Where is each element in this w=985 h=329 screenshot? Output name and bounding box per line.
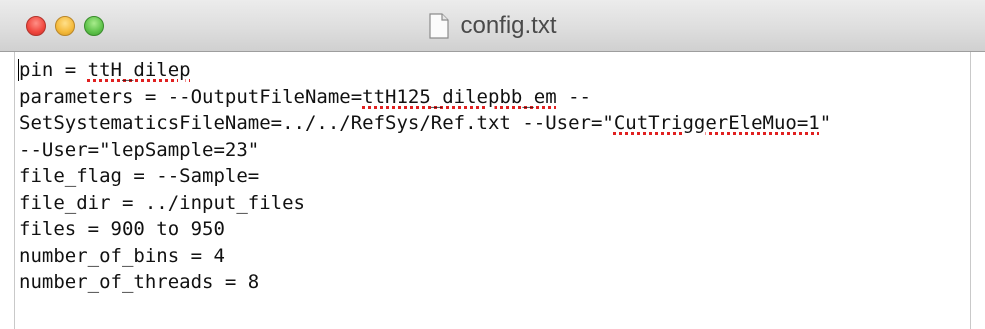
text-segment: pin = <box>19 59 88 81</box>
window-title: config.txt <box>460 12 557 39</box>
text-segment: " <box>819 112 832 134</box>
text-line[interactable]: number_of_bins = 4 <box>19 243 225 269</box>
text-editor-window: config.txt pin = ttH_dilep parameters = -… <box>0 0 985 329</box>
text-editor-area[interactable]: pin = ttH_dilep parameters = --OutputFile… <box>14 52 971 329</box>
text-segment: file_flag = --Sample= <box>19 165 260 187</box>
text-segment: --User="lepSample=23" <box>19 138 260 161</box>
text-line[interactable]: file_flag = --Sample= <box>19 163 259 189</box>
text-segment: number_of_bins = 4 <box>19 244 225 267</box>
text-line[interactable]: pin = ttH_dilep <box>19 57 191 83</box>
text-segment: -- <box>556 85 591 108</box>
misspelled-word: ttH125_dilepbb_em <box>362 85 557 108</box>
text-line[interactable]: parameters = --OutputFileName=ttH125_dil… <box>19 84 591 110</box>
text-line[interactable]: SetSystematicsFileName=../../RefSys/Ref.… <box>19 110 831 136</box>
document-icon <box>428 13 450 39</box>
text-segment: file_dir = ../input_files <box>19 191 305 214</box>
misspelled-word: CutTriggerEleMuo=1 <box>613 112 820 134</box>
text-segment: files = 900 to 950 <box>19 218 225 240</box>
text-line[interactable]: files = 900 to 950 <box>19 216 225 242</box>
text-line[interactable]: file_dir = ../input_files <box>19 190 305 216</box>
text-segment: SetSystematicsFileName=../../RefSys/Ref.… <box>19 112 614 134</box>
text-segment: number_of_threads = 8 <box>19 271 260 293</box>
text-line[interactable]: number_of_threads = 8 <box>19 269 259 295</box>
title-bar[interactable]: config.txt <box>0 0 985 52</box>
text-segment: parameters = --OutputFileName= <box>19 85 363 108</box>
misspelled-word: ttH_dilep <box>87 59 191 81</box>
text-line[interactable]: --User="lepSample=23" <box>19 137 259 163</box>
window-title-group: config.txt <box>0 0 985 52</box>
